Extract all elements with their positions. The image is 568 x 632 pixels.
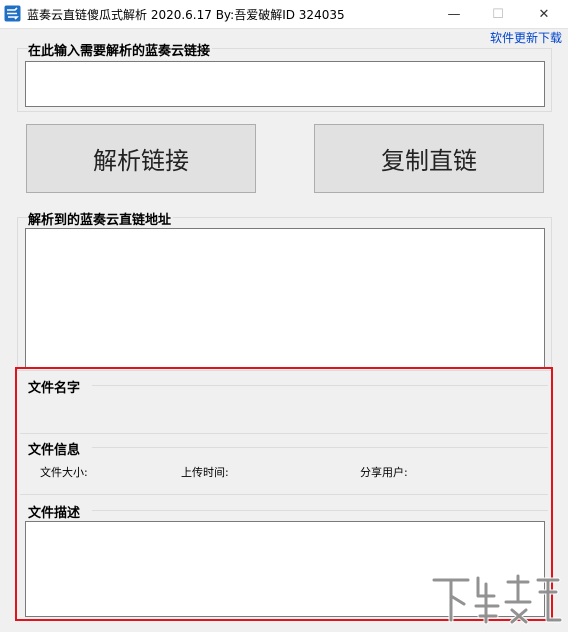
title-bar: 蓝奏云直链傻瓜式解析 2020.6.17 By:吾爱破解ID 324035 — … (0, 0, 568, 29)
file-name-divider (92, 385, 548, 386)
result-group-label: 解析到的蓝奏云直链地址 (28, 209, 174, 228)
link-input[interactable] (25, 61, 545, 107)
file-size-label: 文件大小: (40, 466, 88, 479)
file-info-divider (92, 447, 548, 448)
maximize-icon: ☐ (492, 6, 504, 22)
close-icon: ✕ (538, 6, 550, 22)
upload-time-label: 上传时间: (181, 466, 229, 479)
minimize-button[interactable]: — (432, 0, 476, 28)
software-update-link[interactable]: 软件更新下载 (490, 29, 562, 46)
input-group-label: 在此输入需要解析的蓝奏云链接 (28, 40, 213, 59)
result-output[interactable] (25, 228, 545, 368)
minimize-icon: — (447, 6, 461, 22)
file-name-label: 文件名字 (28, 377, 83, 396)
watermark-logo (431, 573, 563, 625)
app-logo-icon (4, 5, 21, 22)
window-title: 蓝奏云直链傻瓜式解析 2020.6.17 By:吾爱破解ID 324035 (27, 8, 345, 22)
close-button[interactable]: ✕ (522, 0, 566, 28)
file-name-bottom-divider (20, 433, 548, 434)
copy-link-button[interactable]: 复制直链 (314, 124, 544, 193)
file-info-label: 文件信息 (28, 439, 83, 458)
file-info-bottom-divider (20, 494, 548, 495)
file-desc-divider (92, 510, 548, 511)
maximize-button[interactable]: ☐ (476, 0, 520, 28)
share-user-label: 分享用户: (360, 466, 408, 479)
file-desc-label: 文件描述 (28, 502, 83, 521)
parse-link-button[interactable]: 解析链接 (26, 124, 256, 193)
